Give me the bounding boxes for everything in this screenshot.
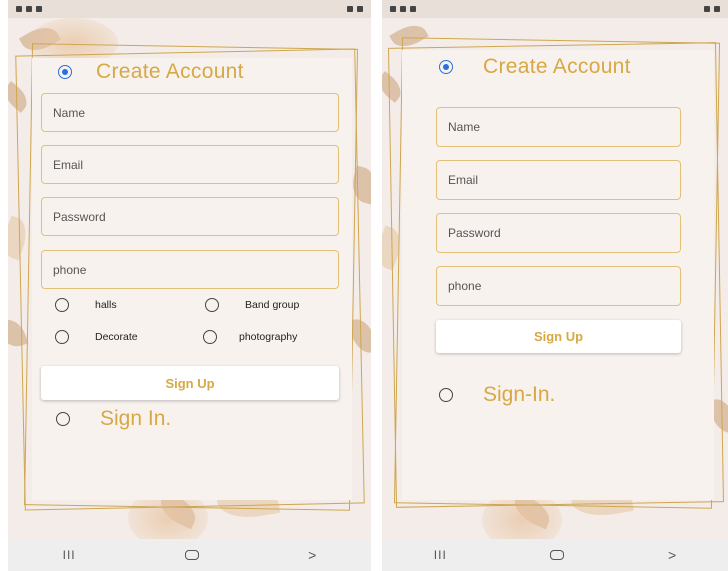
create-account-radio[interactable]	[439, 60, 453, 74]
sign-in-radio[interactable]	[56, 412, 70, 426]
option-photography[interactable]: photography	[203, 330, 297, 344]
email-field[interactable]: Email	[41, 145, 339, 184]
option-label: Decorate	[95, 331, 138, 343]
status-icons-left	[16, 6, 42, 12]
option-label: photography	[239, 331, 298, 343]
option-label: halls	[95, 299, 117, 311]
password-field[interactable]: Password	[436, 213, 681, 253]
sign-up-button[interactable]: Sign Up	[41, 366, 339, 400]
home-button[interactable]	[550, 550, 565, 560]
option-decorate[interactable]: Decorate	[55, 330, 138, 344]
create-account-radio[interactable]	[58, 65, 72, 79]
option-radio[interactable]	[205, 298, 219, 312]
network-icon	[714, 6, 720, 12]
home-button[interactable]	[184, 550, 199, 560]
option-label: Band group	[245, 299, 300, 311]
sign-in-link[interactable]: Sign-In.	[483, 383, 555, 407]
phone-screen-right: Create Account Name Email Password phone…	[382, 0, 728, 571]
password-field[interactable]: Password	[41, 197, 339, 236]
title-row: Create Account	[439, 55, 631, 79]
back-button[interactable]: >	[308, 547, 316, 563]
wifi-icon	[400, 6, 406, 12]
battery-icon	[704, 6, 710, 12]
notification-icon	[410, 6, 416, 12]
email-field[interactable]: Email	[436, 160, 681, 200]
status-bar	[8, 0, 371, 18]
name-field[interactable]: Name	[41, 93, 339, 132]
recent-apps-button[interactable]: III	[63, 548, 76, 562]
back-button[interactable]: >	[668, 547, 676, 563]
page-title: Create Account	[483, 55, 631, 78]
phone-field[interactable]: phone	[41, 250, 339, 289]
navigation-bar: III >	[382, 539, 728, 571]
sign-up-button[interactable]: Sign Up	[436, 320, 681, 353]
option-radio[interactable]	[55, 298, 69, 312]
option-radio[interactable]	[203, 330, 217, 344]
notification-icon	[36, 6, 42, 12]
status-icons-left	[390, 6, 416, 12]
option-halls[interactable]: halls	[55, 298, 117, 312]
name-field[interactable]: Name	[436, 107, 681, 147]
wifi-icon	[26, 6, 32, 12]
phone-field[interactable]: phone	[436, 266, 681, 306]
network-icon	[357, 6, 363, 12]
option-band-group[interactable]: Band group	[205, 298, 299, 312]
signal-icon	[390, 6, 396, 12]
signal-icon	[16, 6, 22, 12]
sign-in-radio[interactable]	[439, 388, 453, 402]
status-bar	[382, 0, 728, 18]
status-icons-right	[347, 6, 363, 12]
sign-in-link[interactable]: Sign In.	[100, 407, 171, 431]
sign-in-row[interactable]: Sign In.	[56, 407, 171, 431]
page-title: Create Account	[96, 60, 244, 83]
phone-screen-left: Create Account Name Email Password phone…	[8, 0, 371, 571]
status-icons-right	[704, 6, 720, 12]
navigation-bar: III >	[8, 539, 371, 571]
option-radio[interactable]	[55, 330, 69, 344]
battery-icon	[347, 6, 353, 12]
sign-in-row[interactable]: Sign-In.	[439, 383, 555, 407]
recent-apps-button[interactable]: III	[434, 548, 447, 562]
title-row: Create Account	[58, 60, 244, 84]
